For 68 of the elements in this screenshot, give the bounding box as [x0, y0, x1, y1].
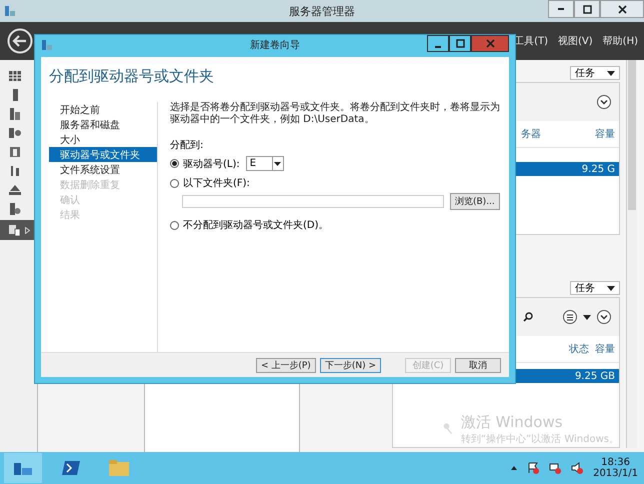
back-button[interactable]	[7, 28, 33, 54]
view-options-button[interactable]	[563, 310, 577, 324]
clock-time: 18:36	[601, 457, 630, 468]
wizard-button[interactable]: < 上一步(P)	[256, 358, 316, 372]
wizard-step[interactable]: 服务器和磁盘	[49, 117, 157, 132]
page-heading: 分配到驱动器号或文件夹	[49, 67, 215, 86]
radio-label[interactable]: 不分配到驱动器号或文件夹(D)。	[183, 218, 329, 232]
column-header[interactable]: 务器	[521, 127, 541, 141]
flag-icon	[527, 462, 540, 474]
maximize-button[interactable]	[449, 35, 471, 52]
minimize-button[interactable]	[427, 35, 449, 52]
table-cell: 9.25 G	[582, 164, 615, 174]
radio-button[interactable]	[170, 178, 179, 188]
wizard-step[interactable]: 驱动器号或文件夹	[49, 147, 157, 162]
scrollbar-thumb[interactable]	[628, 60, 636, 210]
radio-button[interactable]	[170, 220, 179, 230]
folder-icon	[109, 460, 129, 476]
scrollbar[interactable]	[626, 60, 637, 448]
table-cell: 9.25 GB	[574, 370, 615, 382]
server-manager-button[interactable]	[4, 453, 42, 483]
terminal-icon	[62, 461, 80, 475]
dialog-title: 新建卷向导	[250, 38, 300, 52]
caret-icon	[607, 70, 615, 76]
nav-button[interactable]	[0, 220, 37, 240]
radio-label[interactable]: 驱动器号(L):	[183, 156, 240, 170]
chevron-icon	[600, 314, 608, 320]
caret-icon	[274, 162, 282, 166]
minimize-icon	[558, 8, 564, 10]
caret-icon	[583, 314, 591, 320]
search-icon	[523, 312, 533, 322]
assign-label: 分配到:	[170, 139, 204, 152]
chevron-icon	[600, 100, 608, 104]
description-text: 选择是否将卷分配到驱动器号或文件夹。将卷分配到文件夹时，卷将显示为驱动器中的一个文件夹，例如 D:\UserData。	[170, 102, 501, 126]
wizard-button[interactable]: 取消	[455, 358, 501, 372]
menu-item[interactable]: 视图(V)	[558, 34, 593, 48]
wizard-button[interactable]: 下一步(N) >	[320, 358, 381, 372]
window-title: 服务器管理器	[289, 4, 355, 18]
clock-date: 2013/1/1	[593, 468, 638, 479]
search-button[interactable]	[523, 312, 533, 322]
menu-item[interactable]: 帮助(H)	[602, 34, 638, 48]
drive-letter-dropdown[interactable]: E	[246, 156, 284, 171]
wizard-step[interactable]: 文件系统设置	[49, 162, 157, 177]
column-header[interactable]: 状态	[569, 342, 589, 356]
column-header[interactable]: 容量	[595, 342, 615, 356]
expand-button[interactable]	[597, 310, 611, 324]
maximize-button[interactable]	[574, 0, 600, 18]
close-icon	[618, 4, 626, 14]
caret-icon	[511, 466, 518, 470]
tasks-dropdown[interactable]: 任务	[570, 281, 620, 295]
wizard-step[interactable]: 开始之前	[49, 102, 157, 117]
radio-label[interactable]: 以下文件夹(F):	[183, 176, 250, 190]
list-icon	[566, 314, 574, 320]
maximize-icon	[582, 4, 592, 14]
tasks-dropdown[interactable]: 任务	[570, 66, 620, 80]
radio-button[interactable]	[170, 159, 179, 168]
expand-button[interactable]	[597, 95, 611, 109]
close-button[interactable]	[600, 0, 644, 18]
wizard-step[interactable]: 大小	[49, 132, 157, 147]
close-icon	[486, 39, 494, 48]
minimize-button[interactable]	[548, 0, 574, 18]
caret-icon	[25, 226, 30, 234]
minimize-icon	[435, 46, 441, 48]
maximize-icon	[456, 39, 464, 48]
network-icon	[549, 462, 562, 474]
column-header[interactable]: 容量	[595, 127, 615, 141]
caret-icon	[607, 286, 615, 290]
speaker-icon	[571, 462, 584, 474]
wizard-icon	[41, 39, 53, 51]
